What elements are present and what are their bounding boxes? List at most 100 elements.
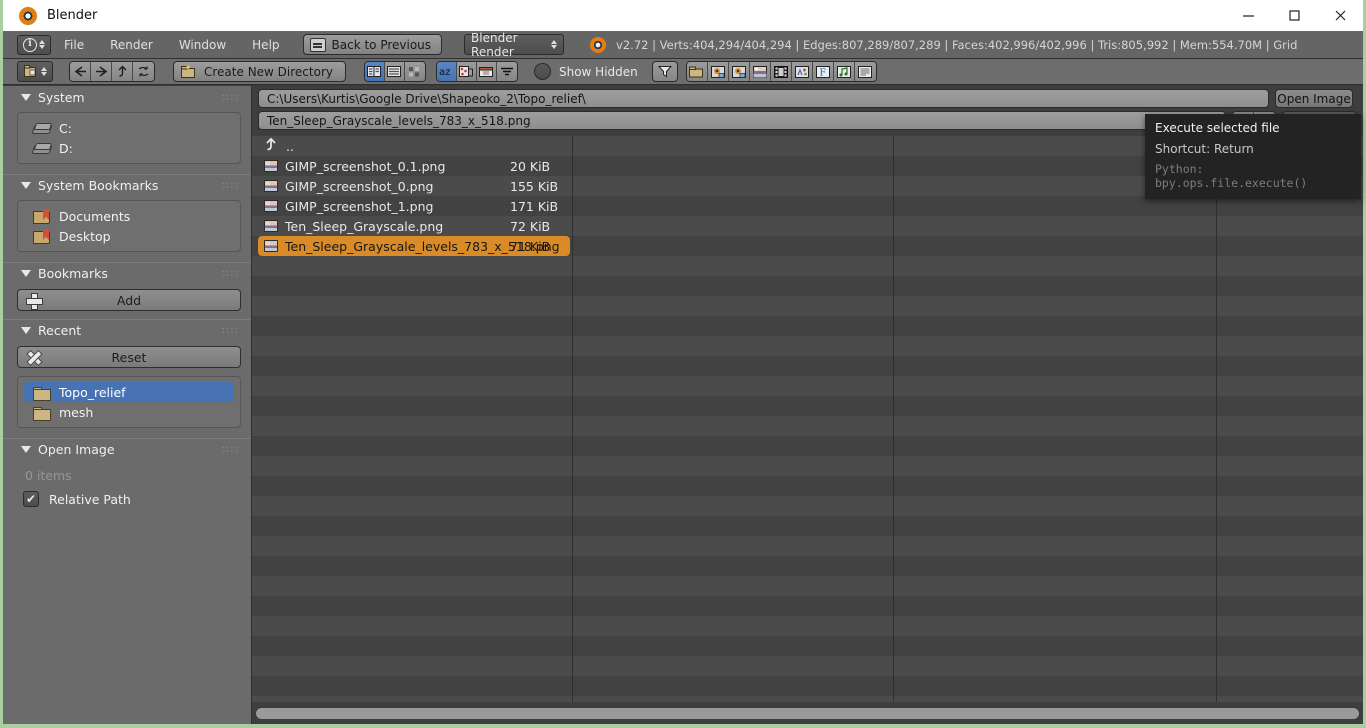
file-list-row-background (252, 616, 1363, 636)
column-separator[interactable] (572, 136, 573, 702)
show-hidden-toggle-knob[interactable] (533, 63, 551, 80)
panel-grip-icon[interactable]: :::: (222, 92, 239, 103)
filename-input[interactable]: Ten_Sleep_Grayscale_levels_783_x_518.png (258, 111, 1227, 130)
menu-render[interactable]: Render (97, 34, 166, 56)
sort-by-date-icon[interactable] (476, 62, 497, 81)
file-list-item[interactable]: Ten_Sleep_Grayscale.png 72 KiB (258, 216, 570, 236)
sidebar-item-drive-d[interactable]: D: (24, 138, 234, 158)
panel-header-system-bookmarks[interactable]: System Bookmarks :::: (3, 174, 251, 196)
file-list-row-background (252, 436, 1363, 456)
text-filter-icon[interactable] (854, 62, 876, 81)
refresh-icon[interactable] (133, 62, 154, 81)
horizontal-scrollbar[interactable] (255, 707, 1360, 720)
filter-funnel-icon[interactable] (651, 61, 678, 82)
folder-filter-icon[interactable] (686, 62, 708, 81)
image-file-icon (264, 200, 278, 212)
create-new-directory-label: Create New Directory (204, 64, 333, 79)
add-bookmark-button[interactable]: Add (17, 289, 241, 311)
blend-backup-filter-icon[interactable] (728, 62, 750, 81)
movie-filter-icon[interactable] (770, 62, 792, 81)
file-name: GIMP_screenshot_1.png (285, 198, 434, 214)
back-icon[interactable] (70, 62, 91, 81)
panel-recent: Recent :::: Reset Topo_relief mesh (3, 319, 251, 428)
minimize-icon[interactable] (1225, 0, 1271, 31)
window-title: Blender (47, 8, 98, 23)
sort-by-size-icon[interactable] (496, 62, 517, 81)
column-separator[interactable] (1216, 136, 1217, 702)
panel-title-open-image: Open Image (38, 442, 115, 457)
maximize-icon[interactable] (1271, 0, 1317, 31)
chevron-updown-icon (40, 67, 47, 76)
script-filter-icon[interactable] (791, 62, 813, 81)
menu-bar: i File Render Window Help Back to Previo… (3, 31, 1363, 59)
file-list-item[interactable]: Ten_Sleep_Grayscale_levels_783_x_518.png… (258, 236, 570, 256)
blender-logo-icon (19, 6, 37, 25)
panel-header-bookmarks[interactable]: Bookmarks :::: (3, 262, 251, 284)
file-list-item[interactable]: GIMP_screenshot_0.1.png 20 KiB (258, 156, 570, 176)
file-list-item[interactable]: GIMP_screenshot_0.png 155 KiB (258, 176, 570, 196)
short-list-icon[interactable] (364, 62, 385, 81)
parent-directory-icon[interactable] (112, 62, 133, 81)
file-name: Ten_Sleep_Grayscale.png (285, 218, 444, 234)
editor-type-info-selector[interactable]: i (17, 34, 51, 55)
long-list-icon[interactable] (384, 62, 405, 81)
blend-file-filter-icon[interactable] (707, 62, 729, 81)
panel-grip-icon[interactable]: :::: (222, 444, 239, 455)
file-list-row-background (252, 256, 1363, 276)
svg-text:az: az (439, 67, 450, 77)
reset-recent-button[interactable]: Reset (17, 346, 241, 368)
tooltip: Execute selected file Shortcut: Return P… (1145, 114, 1361, 199)
open-image-button[interactable]: Open Image (1275, 89, 1353, 108)
image-filter-icon[interactable] (749, 62, 771, 81)
image-file-icon (264, 180, 278, 192)
panel-system-bookmarks: System Bookmarks :::: Documents Desktop (3, 174, 251, 252)
thumbnail-icon[interactable] (404, 62, 425, 81)
system-bookmarks-list: Documents Desktop (17, 200, 241, 252)
file-name: GIMP_screenshot_0.png (285, 178, 434, 194)
relative-path-row[interactable]: ✔ Relative Path (3, 489, 251, 509)
close-icon[interactable] (1317, 0, 1363, 31)
directory-path-input[interactable]: C:\Users\Kurtis\Google Drive\Shapeoko_2\… (258, 89, 1269, 108)
menu-help[interactable]: Help (239, 34, 292, 56)
column-separator[interactable] (893, 136, 894, 702)
panel-header-system[interactable]: System :::: (3, 86, 251, 108)
menu-window[interactable]: Window (166, 34, 239, 56)
menu-file[interactable]: File (51, 34, 97, 56)
create-new-directory-button[interactable]: Create New Directory (173, 61, 346, 82)
sidebar-item-label: D: (59, 140, 73, 156)
panel-header-recent[interactable]: Recent :::: (3, 319, 251, 341)
sidebar-item-documents[interactable]: Documents (24, 206, 234, 226)
sound-filter-icon[interactable] (833, 62, 855, 81)
forward-icon[interactable] (91, 62, 112, 81)
file-list-row-background (252, 396, 1363, 416)
sidebar-item-drive-c[interactable]: C: (24, 118, 234, 138)
parent-directory-entry[interactable]: .. (258, 136, 570, 156)
sort-by-type-icon[interactable] (456, 62, 477, 81)
bookmark-folder-icon (33, 209, 50, 224)
sidebar-item-desktop[interactable]: Desktop (24, 226, 234, 246)
file-size: 71 KiB (510, 238, 551, 254)
sidebar-item-mesh[interactable]: mesh (24, 402, 234, 422)
window-controls (1225, 0, 1363, 31)
file-list[interactable]: .. GIMP_screenshot_0.1.png 20 KiB GIMP_scre… (252, 136, 1363, 702)
new-folder-icon (181, 65, 195, 78)
file-list-row-background (252, 356, 1363, 376)
panel-grip-icon[interactable]: :::: (222, 180, 239, 191)
parent-directory-label: .. (286, 138, 294, 154)
render-engine-selector[interactable]: Blender Render (464, 31, 565, 59)
back-to-previous-label: Back to Previous (331, 37, 432, 52)
back-to-previous-button[interactable]: Back to Previous (302, 34, 443, 55)
panel-grip-icon[interactable]: :::: (222, 268, 239, 279)
sidebar-item-topo-relief[interactable]: Topo_relief (24, 382, 234, 402)
sort-alphabetical-icon[interactable]: az (436, 62, 457, 81)
panel-header-open-image[interactable]: Open Image :::: (3, 438, 251, 460)
panel-title-system-bookmarks: System Bookmarks (38, 178, 159, 193)
file-list-item[interactable]: GIMP_screenshot_1.png 171 KiB (258, 196, 570, 216)
panel-grip-icon[interactable]: :::: (222, 325, 239, 336)
file-list-row-background (252, 636, 1363, 656)
font-filter-icon[interactable]: F (812, 62, 834, 81)
navigation-buttons (69, 61, 155, 82)
relative-path-checkbox[interactable]: ✔ (23, 491, 39, 507)
show-hidden-toggle[interactable]: Show Hidden (533, 63, 638, 80)
editor-type-selector[interactable] (17, 61, 53, 82)
